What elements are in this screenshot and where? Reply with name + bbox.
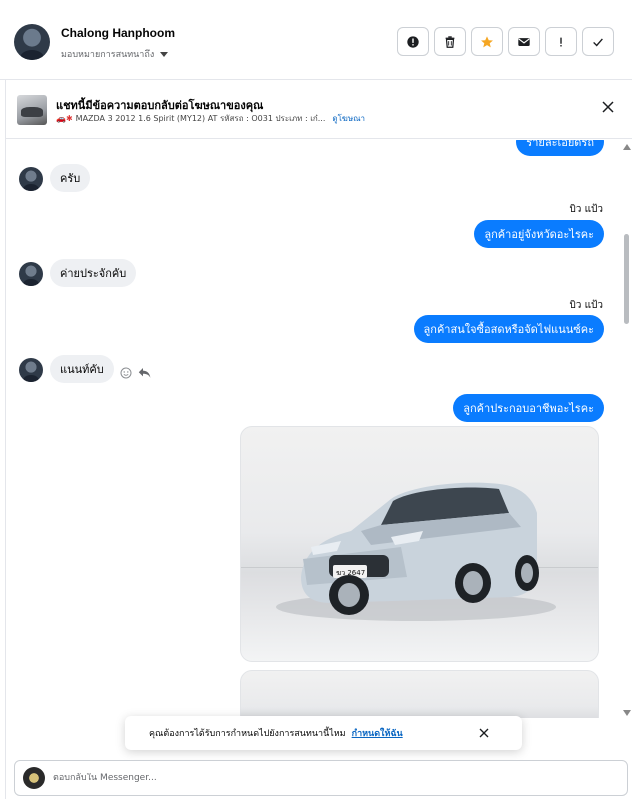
car-illustration: ฆว 2647	[276, 482, 556, 621]
thread-scrollbar[interactable]	[620, 140, 632, 718]
exclamation-icon	[560, 37, 562, 46]
message-bubble-incoming: ค่ายประจักคับ	[50, 259, 137, 287]
checkmark-icon	[593, 37, 603, 47]
sender-avatar	[19, 262, 43, 286]
sender-avatar	[19, 167, 43, 191]
conversation-header: Chalong Hanphoom มอบหมายการสนทนาถึง	[0, 0, 632, 80]
assign-label: มอบหมายการสนทนาถึง	[61, 50, 155, 60]
car-photo[interactable]	[240, 670, 599, 718]
scroll-thumb[interactable]	[624, 234, 629, 324]
header-toolbar	[397, 27, 614, 56]
message-bubble-outgoing: ลูกค้าสนใจซื้อสดหรือจัดไฟแนนซ์คะ	[413, 315, 604, 343]
user-name[interactable]: Chalong Hanphoom	[61, 26, 175, 40]
message-bubble-outgoing: ลูกค้าประกอบอาชีพอะไรคะ	[453, 394, 604, 422]
caret-down-icon	[160, 51, 169, 57]
spam-button[interactable]	[545, 27, 577, 56]
message-actions	[120, 367, 151, 379]
mark-done-button[interactable]	[582, 27, 614, 56]
reply-input[interactable]	[53, 773, 453, 783]
message-bubble-incoming: ครับ	[50, 164, 91, 192]
emoji-react-icon[interactable]	[120, 367, 132, 379]
close-toast-button[interactable]	[478, 727, 490, 739]
reply-composer	[14, 760, 628, 796]
ad-thumbnail[interactable]	[17, 95, 47, 125]
close-icon	[602, 101, 614, 113]
alert-circle-icon	[407, 35, 419, 48]
star-icon	[481, 35, 493, 47]
report-button[interactable]	[397, 27, 429, 56]
agent-sender-name: บิว แป้ว	[569, 204, 603, 215]
close-icon	[479, 728, 489, 738]
star-button[interactable]	[471, 27, 503, 56]
car-icon: 🚗✱	[56, 114, 73, 123]
user-avatar[interactable]	[14, 24, 50, 60]
page-avatar	[23, 767, 45, 789]
message-thread: รายละเอียดรถ ครับ บิว แป้ว ลูกค้าอยู่จัง…	[6, 140, 616, 718]
assign-prompt-toast: คุณต้องการได้รับการกำหนดไปยังการสนทนานี้…	[125, 716, 522, 750]
mark-unread-button[interactable]	[508, 27, 540, 56]
sender-avatar	[19, 358, 43, 382]
scroll-up-icon[interactable]	[623, 144, 631, 150]
message-bubble-incoming: แนนท์คับ	[50, 355, 114, 383]
ad-reply-banner: แชทนี้มีข้อความตอบกลับต่อโฆษณาของคุณ 🚗✱ …	[6, 81, 632, 139]
view-ad-link[interactable]: ดูโฆษณา	[332, 112, 365, 125]
assign-conversation-dropdown[interactable]: มอบหมายการสนทนาถึง	[61, 47, 169, 61]
assign-prompt-text: คุณต้องการได้รับการกำหนดไปยังการสนทนานี้…	[149, 729, 346, 739]
trash-icon	[445, 35, 455, 48]
delete-button[interactable]	[434, 27, 466, 56]
car-photo[interactable]: ฆว 2647	[240, 426, 599, 662]
ad-banner-subtitle: 🚗✱ MAZDA 3 2012 1.6 Spirit (MY12) AT รหั…	[56, 112, 365, 125]
close-banner-button[interactable]	[600, 99, 616, 115]
scroll-down-icon[interactable]	[623, 710, 631, 716]
agent-sender-name: บิว แป้ว	[569, 300, 603, 311]
message-bubble-outgoing: ลูกค้าอยู่จังหวัดอะไรคะ	[474, 220, 604, 248]
message-bubble-outgoing: รายละเอียดรถ	[516, 140, 604, 156]
reply-icon[interactable]	[138, 367, 151, 379]
assign-to-me-link[interactable]: กำหนดให้ฉัน	[352, 726, 403, 740]
ad-subtitle-text: MAZDA 3 2012 1.6 Spirit (MY12) AT รหัสรถ…	[75, 114, 326, 123]
envelope-icon	[518, 37, 530, 46]
